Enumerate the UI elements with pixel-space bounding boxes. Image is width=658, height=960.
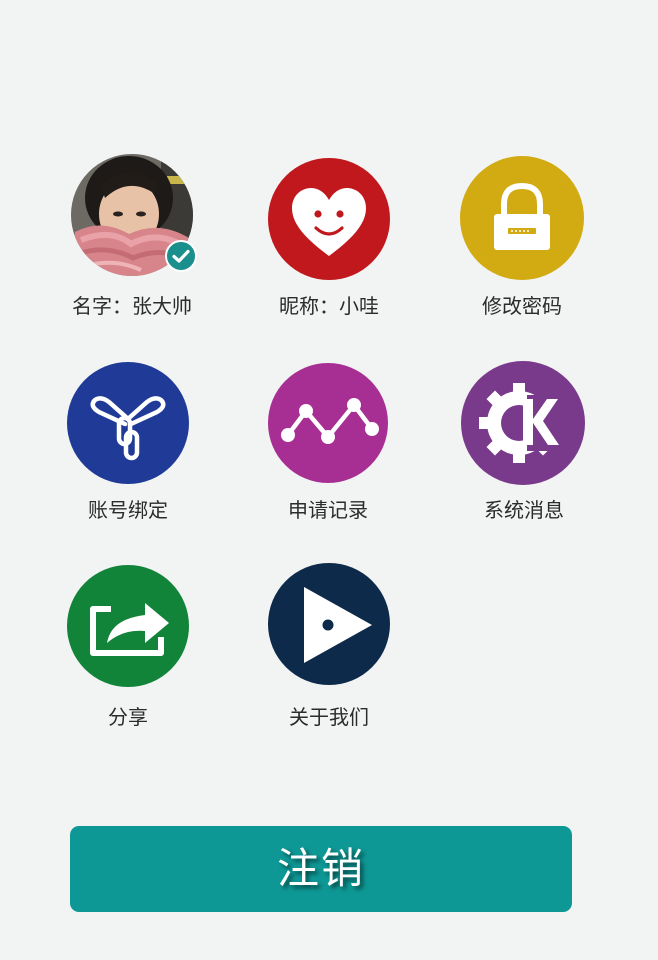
system-messages-label: 系统消息 [484,498,564,522]
link-icon [90,396,166,461]
share-icon [90,603,169,656]
profile-name-tile[interactable]: 名字：张大帅 [47,150,217,325]
line-chart-icon [281,398,379,444]
logout-button[interactable]: 注销 [70,826,572,912]
check-badge-icon [165,240,197,272]
profile-nickname-label: 昵称：小哇 [279,294,379,318]
lock-icon [494,182,550,250]
kde-gear-icon [479,383,559,463]
application-records-label: 申请记录 [288,498,368,522]
about-icon-circle [268,563,390,685]
change-password-tile[interactable]: 修改密码 [437,150,607,325]
share-icon-circle [67,565,189,687]
messages-icon-circle [461,361,585,485]
binding-icon-circle [67,362,189,484]
avatar[interactable] [71,154,197,276]
account-binding-label: 账号绑定 [88,498,168,522]
application-records-tile[interactable]: 申请记录 [243,360,413,525]
about-us-label: 关于我们 [289,705,369,729]
profile-name-label: 名字：张大帅 [72,294,192,318]
account-binding-tile[interactable]: 账号绑定 [43,360,213,525]
profile-nickname-tile[interactable]: 昵称：小哇 [244,150,414,325]
records-icon-circle [268,363,388,483]
heart-face-icon [292,188,366,256]
change-password-label: 修改密码 [482,294,562,318]
share-tile[interactable]: 分享 [43,563,213,733]
verified-badge [165,240,197,272]
play-icon [304,587,372,663]
system-messages-tile[interactable]: 系统消息 [439,360,609,525]
nickname-icon-circle [268,158,390,280]
about-us-tile[interactable]: 关于我们 [244,563,414,733]
share-label: 分享 [108,705,148,729]
password-icon-circle [460,156,584,280]
